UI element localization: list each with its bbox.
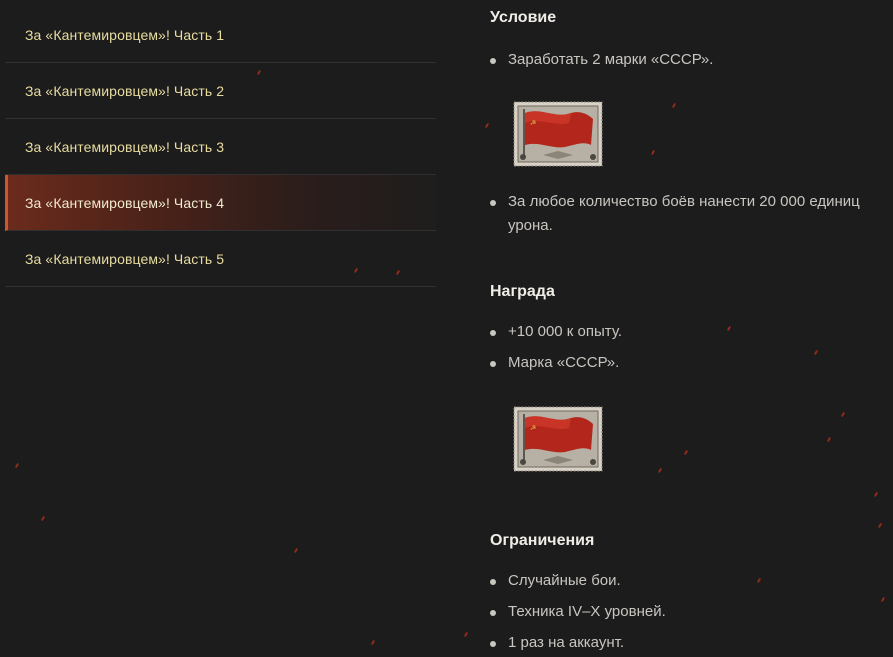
sidebar-item-part-1[interactable]: За «Кантемировцем»! Часть 1 (5, 7, 436, 63)
sidebar-item-label: За «Кантемировцем»! Часть 1 (25, 26, 225, 43)
sidebar-item-label: За «Кантемировцем»! Часть 5 (25, 250, 225, 267)
sidebar: За «Кантемировцем»! Часть 1 За «Кантемир… (5, 7, 436, 287)
svg-text:☭: ☭ (530, 119, 536, 127)
reward-heading: Награда (490, 283, 555, 300)
sidebar-item-part-3[interactable]: За «Кантемировцем»! Часть 3 (5, 119, 436, 175)
sidebar-item-part-4[interactable]: За «Кантемировцем»! Часть 4 (5, 175, 436, 231)
restrictions-heading: Ограничения (490, 532, 595, 549)
ussr-flag-stamp-icon: ☭ (513, 101, 603, 167)
reward-item: Марка «СССР». (490, 351, 890, 375)
condition-item: За любое количество боёв нанести 20 000 … (490, 190, 890, 238)
restrictions-item: Техника IV–X уровней. (490, 600, 890, 624)
reward-item: +10 000 к опыту. (490, 320, 890, 344)
sidebar-item-part-2[interactable]: За «Кантемировцем»! Часть 2 (5, 63, 436, 119)
restrictions-item: 1 раз на аккаунт. (490, 631, 890, 655)
restrictions-item: Случайные бои. (490, 569, 890, 593)
sidebar-item-part-5[interactable]: За «Кантемировцем»! Часть 5 (5, 231, 436, 287)
condition-item: Заработать 2 марки «СССР». (490, 48, 890, 72)
condition-heading: Условие (490, 9, 557, 26)
sidebar-item-label: За «Кантемировцем»! Часть 3 (25, 138, 225, 155)
svg-text:☭: ☭ (530, 424, 536, 432)
sidebar-item-label: За «Кантемировцем»! Часть 2 (25, 82, 225, 99)
ussr-flag-stamp-icon: ☭ (513, 406, 603, 472)
sidebar-item-label: За «Кантемировцем»! Часть 4 (25, 194, 225, 211)
